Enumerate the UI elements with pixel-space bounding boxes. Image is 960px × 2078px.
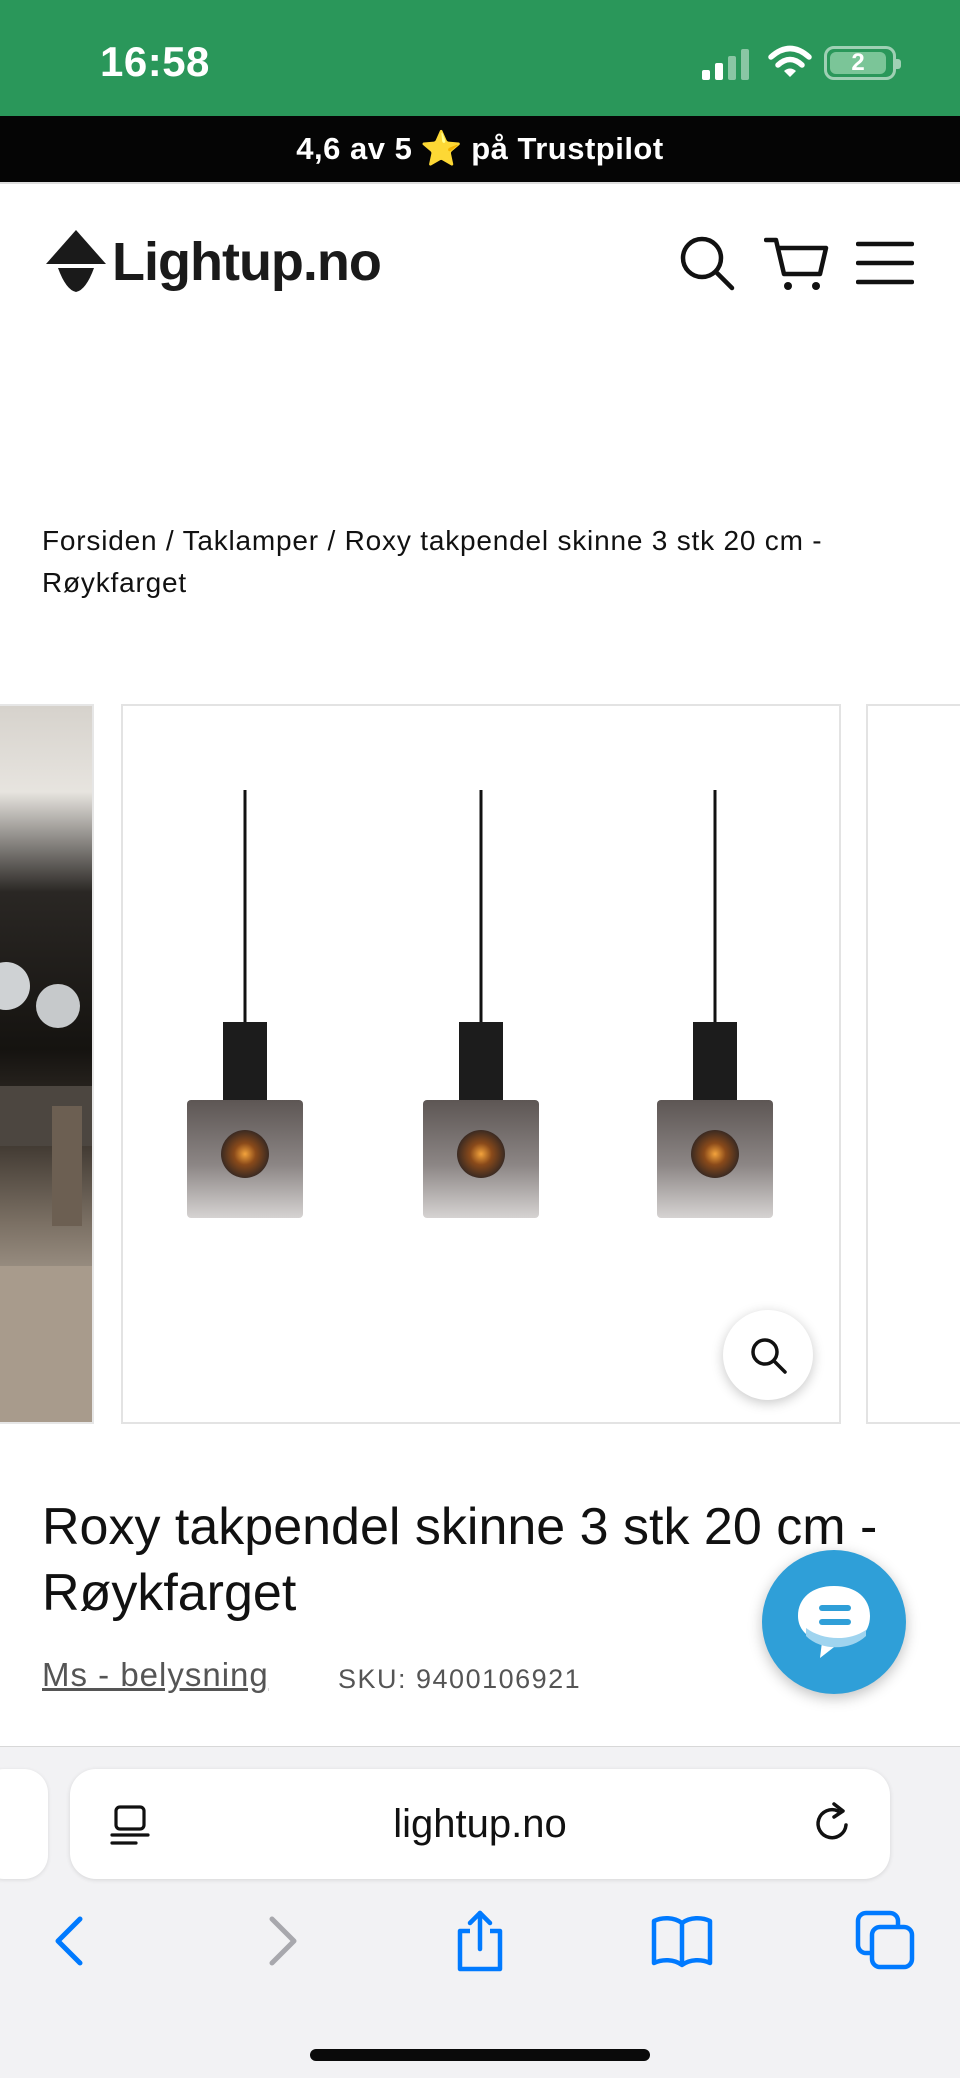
site-header: Lightup.no (0, 182, 960, 332)
browser-chrome: lightup.no (0, 1746, 960, 2078)
zoom-button[interactable] (723, 1310, 813, 1400)
breadcrumb[interactable]: Forsiden / Taklamper / Roxy takpendel sk… (42, 520, 922, 604)
reload-icon[interactable] (810, 1801, 856, 1847)
status-time: 16:58 (100, 38, 210, 85)
trustpilot-text: på Trustpilot (471, 131, 664, 166)
cellular-signal-icon (702, 49, 749, 80)
product-image (187, 790, 773, 1218)
battery-icon: 2 (824, 46, 901, 80)
url-text[interactable]: lightup.no (70, 1769, 890, 1879)
url-bar[interactable]: lightup.no (70, 1769, 890, 1879)
page: 16:58 2 4,6 av 5 ⭐ på Trustpilot Lightup… (0, 0, 960, 2078)
previous-tab-edge[interactable] (0, 1769, 48, 1879)
pendant-lamp-2 (423, 790, 539, 1218)
bookmarks-icon[interactable] (650, 1909, 714, 1973)
battery-label: 2 (851, 49, 865, 76)
gallery-slide-next[interactable] (866, 704, 960, 1424)
back-icon[interactable] (40, 1909, 104, 1973)
pendant-lamp-1 (187, 790, 303, 1218)
vendor-link[interactable]: Ms - belysning (42, 1656, 269, 1694)
rating-text: 4,6 av 5 (296, 131, 413, 166)
interior-photo (0, 962, 92, 1422)
trustpilot-announcement[interactable]: 4,6 av 5 ⭐ på Trustpilot (0, 116, 960, 182)
chat-button[interactable] (762, 1550, 906, 1694)
status-bar: 16:58 2 (0, 0, 960, 116)
menu-icon[interactable] (856, 234, 914, 292)
cart-icon[interactable] (764, 234, 830, 292)
logo-text: Lightup.no (112, 232, 382, 292)
page-menu-icon[interactable] (108, 1803, 152, 1847)
pendant-lamp-3 (657, 790, 773, 1218)
forward-icon[interactable] (248, 1909, 312, 1973)
battery-nub (896, 59, 901, 69)
chat-bubble-icon (798, 1586, 870, 1658)
product-sku: SKU: 9400106921 (338, 1664, 582, 1694)
zoom-search-icon (751, 1338, 787, 1374)
gallery-slide-main[interactable] (121, 704, 841, 1424)
gallery-slide-prev[interactable] (0, 704, 94, 1424)
site-logo[interactable]: Lightup.no (44, 228, 382, 296)
lamp-logo-icon (46, 230, 106, 292)
product-gallery[interactable] (0, 704, 960, 1424)
search-icon[interactable] (678, 234, 736, 292)
home-indicator[interactable] (310, 2049, 650, 2061)
wifi-icon (768, 45, 812, 77)
tabs-icon[interactable] (854, 1909, 918, 1973)
share-icon[interactable] (448, 1909, 512, 1973)
star-icon: ⭐ (420, 130, 464, 168)
